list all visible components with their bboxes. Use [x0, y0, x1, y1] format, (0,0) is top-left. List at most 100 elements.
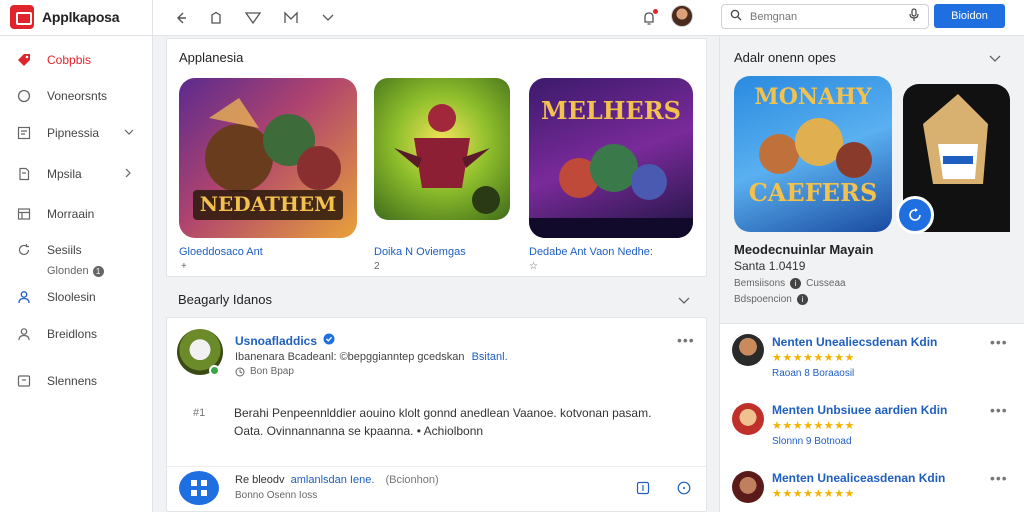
comment-link[interactable]: amlanlsdan Iene.	[291, 474, 375, 486]
chevron-down-icon[interactable]	[678, 294, 690, 308]
sidebar-item-label: Sloolesin	[47, 290, 96, 304]
featured-title[interactable]: Meodecnuinlar Mayain	[734, 242, 873, 257]
review-item[interactable]: Menten Unealiceasdenan Kdin ★★★★★★★★ •••	[720, 468, 1023, 512]
reviewer-name[interactable]: Menten Unealiceasdenan Kdin	[772, 471, 945, 485]
search-input[interactable]	[750, 10, 900, 23]
post-index-icon: #1	[193, 407, 206, 419]
info-icon[interactable]	[677, 481, 691, 498]
online-status-icon	[209, 365, 220, 376]
review-item[interactable]: Menten Unbsiuee aardien Kdin ★★★★★★★★ Sl…	[720, 400, 1023, 460]
featured-meta: Bemsiisons i Cusseaa	[734, 278, 846, 289]
search-button[interactable]: Bioidon	[934, 4, 1005, 28]
more-options-icon[interactable]: •••	[990, 334, 1008, 350]
verified-badge-icon	[323, 333, 335, 348]
play-icon[interactable]	[896, 196, 934, 234]
sidebar-item-pipnessia[interactable]: Pipnessia	[0, 118, 152, 148]
review-item[interactable]: Nenten Unealiecsdenan Kdin ★★★★★★★★ Raoa…	[720, 332, 1023, 392]
app-art-2	[394, 104, 500, 214]
reviewer-name[interactable]: Nenten Unealiecsdenan Kdin	[772, 335, 937, 349]
info-icon: i	[796, 294, 808, 305]
app-tile-3[interactable]: MELHERS	[529, 78, 693, 238]
reviewer-avatar[interactable]	[732, 471, 764, 503]
brand[interactable]: Applkaposa	[10, 5, 120, 29]
sidebar-item-label: Sesiils	[47, 243, 82, 257]
chevron-right-icon[interactable]	[124, 168, 132, 181]
sidebar-item-label: Pipnessia	[47, 126, 100, 140]
triangle-filter-icon[interactable]	[243, 8, 263, 28]
reviewer-avatar[interactable]	[732, 334, 764, 366]
sidebar-subitem-glonden[interactable]: Glonden 1	[47, 265, 104, 277]
app-tile-2[interactable]	[374, 78, 510, 220]
sidebar-item-sloolesin[interactable]: Sloolesin	[0, 282, 152, 312]
info-icon: i	[790, 278, 802, 289]
review-meta: Slonnn 9 Botnoad	[772, 436, 852, 447]
featured-meta-2-text: Bdspoencion	[734, 294, 792, 305]
app-caption-1[interactable]: Gloeddosaco Ant	[179, 246, 263, 258]
chevron-down-icon[interactable]	[124, 128, 134, 139]
sidebar-item-label: Mpsila	[47, 167, 82, 181]
comment-avatar[interactable]	[179, 471, 219, 505]
sidebar-item-label: Morraain	[47, 207, 95, 221]
top-bar: Applkaposa Bioidon	[0, 0, 1024, 36]
post-line-1: Ibanenara Bcadeanl: ©bepggianntep gcedsk…	[235, 351, 508, 363]
sidebar-item-label: Voneorsnts	[47, 89, 108, 103]
more-options-icon[interactable]: •••	[990, 470, 1008, 486]
sidebar-item-slennens[interactable]: Slennens	[0, 366, 152, 396]
search-box[interactable]	[721, 4, 929, 29]
person-icon	[16, 326, 32, 342]
mail-icon[interactable]	[281, 8, 301, 28]
post-meta: Bon Bpap	[235, 366, 294, 377]
app-sub-2: 2	[374, 261, 380, 272]
post-divider	[167, 466, 706, 467]
share-icon[interactable]	[636, 481, 650, 498]
post-author-name[interactable]: Usnoafladdics	[235, 334, 317, 348]
microphone-icon[interactable]	[908, 8, 920, 25]
star-rating: ★★★★★★★★	[772, 420, 855, 432]
comment-author[interactable]: Re bleodv	[235, 474, 285, 486]
post-header: Usnoafladdics	[235, 333, 335, 348]
notification-dot	[653, 9, 658, 14]
app-tile-1[interactable]: NEDATHEM	[179, 78, 357, 238]
grid-app-icon	[191, 480, 207, 496]
back-arrow-icon[interactable]	[171, 8, 191, 28]
home-icon[interactable]	[206, 8, 226, 28]
user-avatar[interactable]	[671, 5, 693, 27]
sidebar-item-voneorsnts[interactable]: Voneorsnts	[0, 81, 152, 111]
refresh-icon	[16, 242, 32, 258]
apps-card: Applanesia NEDATHEM MELHERS Gloeddosaco …	[166, 38, 707, 277]
sidebar-item-sesiils[interactable]: Sesiils	[0, 235, 152, 265]
right-panel: Adalr onenn opes MONAHY CAEFERS Meodecnu…	[719, 36, 1024, 512]
app-caption-2[interactable]: Doika N Oviemgas	[374, 246, 466, 258]
apps-section-title: Applanesia	[179, 50, 244, 65]
chevron-down-icon[interactable]	[318, 8, 338, 28]
comment-header: Re bleodv amlanlsdan Iene. (Bcionhon)	[235, 474, 439, 486]
more-options-icon[interactable]: •••	[990, 402, 1008, 418]
app-art-title-3: MELHERS	[541, 96, 681, 125]
featured-art-title-top: MONAHY	[754, 84, 872, 110]
sidebar-subitem-label: Glonden	[47, 265, 89, 277]
brand-name: Applkaposa	[42, 9, 120, 25]
sidebar-item-cobpbis[interactable]: Cobpbis	[0, 45, 152, 75]
notification-bell-icon[interactable]	[639, 8, 659, 28]
featured-meta-2: Bdspoencion i	[734, 294, 808, 305]
document-icon	[16, 166, 32, 182]
sidebar-item-label: Cobpbis	[47, 53, 92, 67]
featured-app-tile[interactable]: MONAHY CAEFERS	[734, 76, 892, 232]
count-badge: 1	[92, 265, 104, 277]
reviewer-avatar[interactable]	[732, 403, 764, 435]
sidebar-item-morraain[interactable]: Morraain	[0, 199, 152, 229]
brand-logo-icon	[10, 5, 34, 29]
app-caption-3[interactable]: Dedabe Ant Vaon Nedhe:	[529, 246, 653, 258]
chevron-down-icon[interactable]	[989, 52, 1001, 66]
post-line-1-link[interactable]: Bsitanl.	[472, 351, 508, 363]
reviewer-name[interactable]: Menten Unbsiuee aardien Kdin	[772, 403, 947, 417]
sidebar-item-mpsila[interactable]: Mpsila	[0, 159, 152, 189]
tag-icon	[16, 52, 32, 68]
reviews-list: Nenten Unealiecsdenan Kdin ★★★★★★★★ Raoa…	[720, 323, 1024, 512]
sidebar-item-breidlons[interactable]: Breidlons	[0, 319, 152, 349]
post-line-1-text: Ibanenara Bcadeanl: ©bepggianntep gcedsk…	[235, 351, 465, 363]
post-meta-text: Bon Bpap	[250, 366, 294, 377]
app-sub-3: ☆	[529, 261, 538, 272]
more-options-icon[interactable]: •••	[677, 332, 695, 348]
app-sub-1: +	[181, 261, 187, 272]
